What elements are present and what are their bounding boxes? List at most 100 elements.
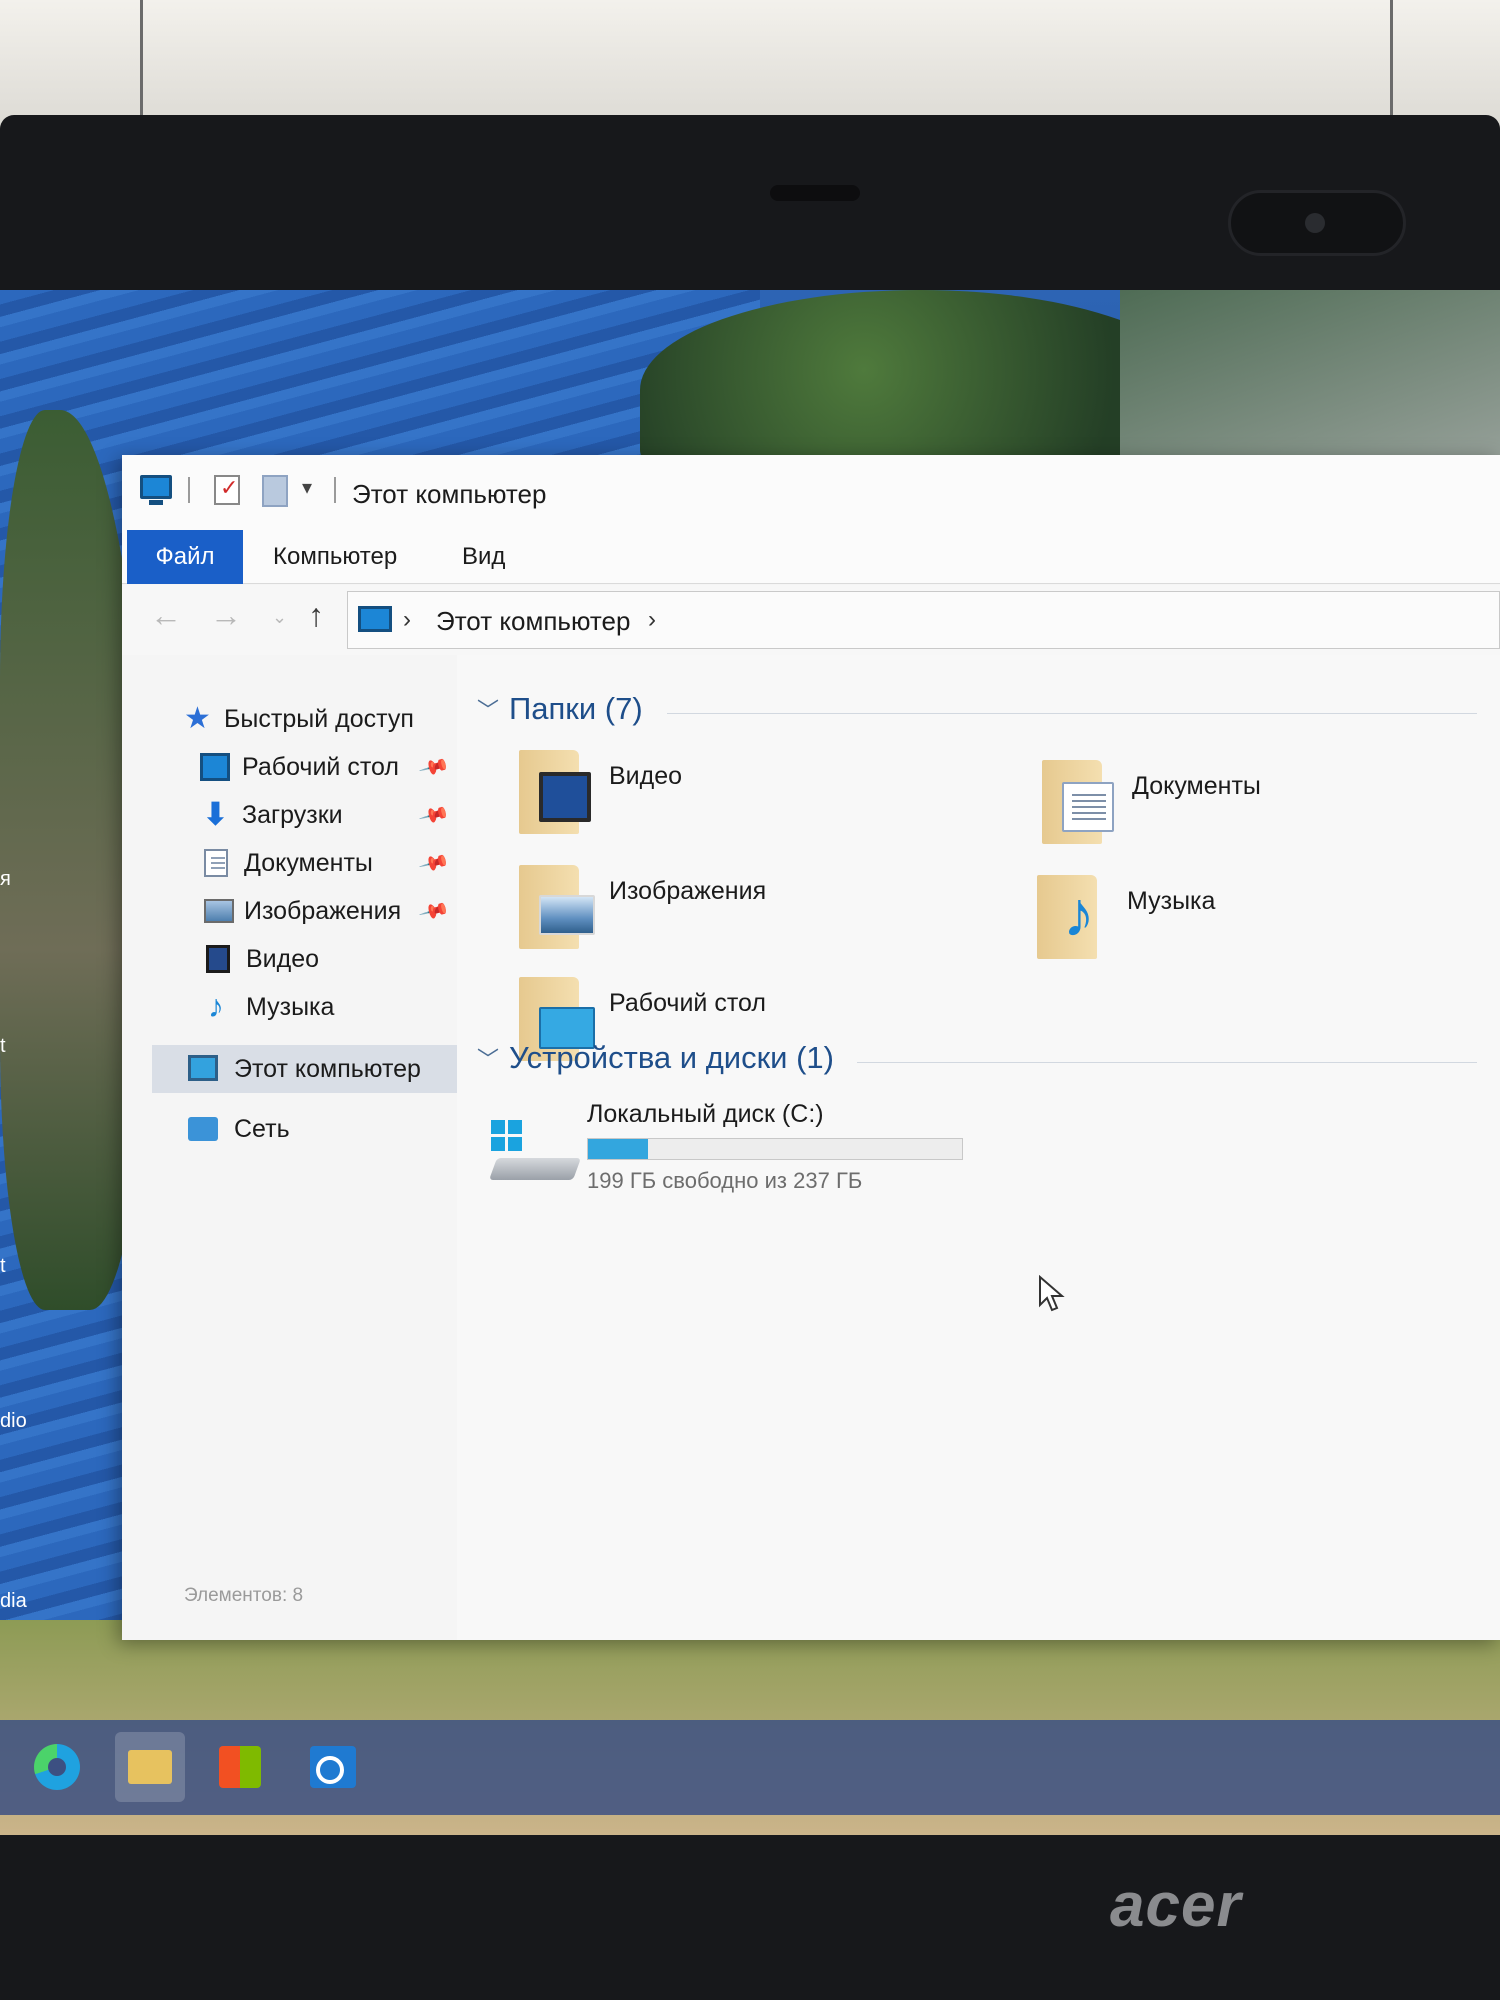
breadcrumb-chevron-icon[interactable]: › — [403, 606, 411, 634]
address-bar[interactable]: › Этот компьютер › — [347, 591, 1500, 649]
sidebar-item-downloads[interactable]: ⬇ Загрузки 📌 — [122, 791, 457, 839]
desktop-icon — [200, 753, 230, 781]
customize-toolbar-chevron-icon[interactable]: ▾ — [302, 475, 312, 500]
landscape-picture-icon — [539, 895, 595, 935]
pin-icon[interactable]: 📌 — [417, 894, 451, 928]
desktop-icon-label-fragment[interactable]: dio — [0, 1410, 27, 1433]
webcam-lens-icon — [1305, 213, 1325, 233]
sidebar-item-desktop[interactable]: Рабочий стол 📌 — [122, 743, 457, 791]
laptop-brand-logo: acer — [1110, 1871, 1242, 1940]
folders-group-header[interactable]: ﹀ Папки (7) — [477, 691, 1477, 731]
folder-tile-videos[interactable]: Видео — [519, 750, 939, 850]
pin-icon[interactable]: 📌 — [417, 750, 451, 784]
folder-label: Изображения — [609, 877, 767, 905]
wall-background — [0, 0, 1500, 130]
desktop-icon-label-fragment[interactable]: dia — [0, 1590, 27, 1613]
toolbar-separator — [188, 477, 190, 503]
chevron-down-icon[interactable]: ﹀ — [477, 693, 499, 725]
this-pc-icon — [188, 1055, 218, 1081]
window-title: Этот компьютер — [352, 479, 547, 509]
folder-label: Рабочий стол — [609, 989, 766, 1017]
properties-icon[interactable] — [214, 475, 240, 505]
ribbon-tabs: Файл Компьютер Вид — [122, 530, 1500, 584]
documents-folder-icon — [1042, 760, 1114, 844]
navigation-pane: ★ Быстрый доступ Рабочий стол 📌 ⬇ Загруз… — [122, 655, 457, 1640]
sidebar-item-label: Видео — [246, 945, 320, 973]
desktop-icon-label-fragment[interactable]: t — [0, 1255, 6, 1278]
pictures-icon — [204, 899, 234, 923]
windows-drive-icon — [487, 1120, 582, 1184]
drive-label: Локальный диск (C:) — [587, 1100, 824, 1128]
recent-locations-chevron-icon[interactable]: ⌄ — [272, 607, 287, 628]
sidebar-item-videos[interactable]: Видео — [122, 935, 457, 983]
folder-label: Видео — [609, 762, 683, 790]
sidebar-item-label: Музыка — [246, 993, 335, 1021]
videos-icon — [206, 945, 230, 973]
edge-taskbar-button[interactable] — [22, 1732, 92, 1802]
group-divider — [857, 1062, 1477, 1063]
store-icon — [219, 1746, 261, 1788]
this-pc-icon — [358, 606, 392, 632]
tab-view[interactable]: Вид — [444, 530, 523, 584]
desktop-icon-label-fragment[interactable]: t — [0, 1035, 6, 1058]
up-arrow-icon[interactable]: ↑ — [308, 597, 324, 634]
sidebar-item-quick-access[interactable]: ★ Быстрый доступ — [122, 695, 457, 743]
tab-file[interactable]: Файл — [127, 530, 243, 584]
explorer-taskbar-button[interactable] — [115, 1732, 185, 1802]
drive-usage-bar — [587, 1138, 963, 1160]
sidebar-item-label: Документы — [244, 849, 373, 877]
folder-label: Музыка — [1127, 887, 1216, 915]
store-taskbar-button[interactable] — [205, 1732, 275, 1802]
breadcrumb-chevron-icon[interactable]: › — [648, 606, 656, 634]
sidebar-item-label: Загрузки — [242, 801, 343, 829]
forward-arrow-icon[interactable]: → — [210, 597, 242, 634]
outlook-icon — [310, 1746, 356, 1788]
pin-icon[interactable]: 📌 — [417, 798, 451, 832]
star-icon: ★ — [184, 702, 211, 735]
outlook-taskbar-button[interactable] — [298, 1732, 368, 1802]
network-icon — [188, 1117, 218, 1141]
sidebar-item-label: Изображения — [244, 897, 402, 925]
content-pane: ﹀ Папки (7) Видео Документы Изображения … — [457, 655, 1500, 1640]
folder-tile-music[interactable]: ♪ Музыка — [1037, 875, 1457, 975]
folder-tile-pictures[interactable]: Изображения — [519, 865, 939, 965]
sidebar-item-music[interactable]: ♪ Музыка — [122, 983, 457, 1031]
pictures-folder-icon — [519, 865, 595, 949]
breadcrumb-this-pc[interactable]: Этот компьютер — [436, 606, 630, 637]
sidebar-item-network[interactable]: Сеть — [122, 1105, 457, 1153]
folder-tile-documents[interactable]: Документы — [1042, 760, 1462, 860]
webcam-shutter — [1228, 190, 1406, 256]
navigation-bar: ← → ⌄ ↑ › Этот компьютер › — [122, 585, 1500, 655]
tab-computer[interactable]: Компьютер — [255, 530, 415, 584]
back-arrow-icon[interactable]: ← — [150, 597, 182, 634]
devices-group-header[interactable]: ﹀ Устройства и диски (1) — [477, 1040, 1477, 1080]
sidebar-item-label: Быстрый доступ — [224, 705, 414, 733]
hard-drive-icon — [488, 1158, 582, 1180]
chevron-down-icon[interactable]: ﹀ — [477, 1042, 499, 1074]
downloads-icon: ⬇ — [202, 796, 229, 832]
music-icon: ♪ — [208, 988, 224, 1024]
sidebar-item-documents[interactable]: Документы 📌 — [122, 839, 457, 887]
sidebar-item-label: Рабочий стол — [242, 753, 399, 781]
music-note-icon: ♪ — [1063, 878, 1095, 950]
sidebar-item-this-pc[interactable]: Этот компьютер — [152, 1045, 457, 1093]
videos-folder-icon — [519, 750, 591, 834]
drive-tile-c[interactable]: Локальный диск (C:) 199 ГБ свободно из 2… — [487, 1100, 1087, 1210]
documents-icon — [204, 849, 228, 877]
new-folder-icon[interactable] — [262, 475, 288, 507]
desktop-icon-label-fragment[interactable]: я — [0, 868, 11, 891]
pin-icon[interactable]: 📌 — [417, 846, 451, 880]
status-bar-item-count: Элементов: 8 — [184, 1585, 304, 1606]
wallpaper-cliff — [1120, 290, 1500, 480]
wall-line — [140, 0, 143, 130]
document-icon — [1062, 782, 1114, 832]
group-title: Устройства и диски (1) — [509, 1040, 835, 1075]
sidebar-item-pictures[interactable]: Изображения 📌 — [122, 887, 457, 935]
film-icon — [539, 772, 591, 822]
drive-usage-fill — [588, 1139, 648, 1159]
title-bar: ▾ Этот компьютер — [122, 455, 1500, 530]
bezel-slot — [770, 185, 860, 201]
sidebar-item-label: Этот компьютер — [234, 1055, 421, 1083]
drive-free-space: 199 ГБ свободно из 237 ГБ — [587, 1168, 863, 1193]
edge-icon — [34, 1744, 80, 1790]
